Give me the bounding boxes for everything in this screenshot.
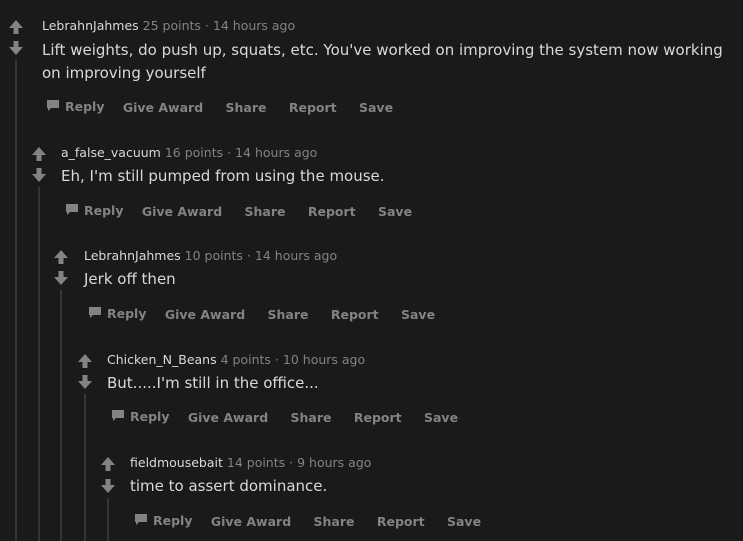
reply-button[interactable]: Reply [134, 511, 192, 530]
save-button[interactable]: Save [359, 100, 393, 116]
comment-meta: Chicken_N_Beans 4 points · 10 hours ago [107, 352, 365, 368]
comment-body: time to assert dominance. [130, 477, 328, 495]
give-award-button[interactable]: Give Award [211, 514, 291, 530]
thread-line[interactable] [84, 394, 86, 541]
comment-actions: Reply Give Award Share Report Save [65, 201, 412, 220]
meta-separator: · [274, 352, 279, 367]
thread-line[interactable] [60, 290, 62, 541]
comment-body: Eh, I'm still pumped from using the mous… [61, 167, 385, 185]
author-link[interactable]: fieldmousebait [130, 455, 223, 470]
upvote-arrow-icon[interactable] [51, 247, 71, 267]
reply-label: Reply [130, 408, 170, 424]
timestamp[interactable]: 14 hours ago [255, 248, 337, 263]
points-count: 14 points [226, 455, 286, 470]
author-link[interactable]: LebrahnJahmes [42, 18, 139, 33]
timestamp[interactable]: 10 hours ago [283, 352, 365, 367]
save-button[interactable]: Save [378, 204, 412, 220]
timestamp[interactable]: 9 hours ago [297, 455, 371, 470]
comment-meta: LebrahnJahmes 25 points · 14 hours ago [42, 18, 295, 34]
comment-bubble-icon [111, 409, 125, 426]
share-button[interactable]: Share [268, 307, 309, 323]
upvote-arrow-icon[interactable] [6, 17, 26, 37]
comment-actions: Reply Give Award Share Report Save [88, 304, 435, 323]
upvote-arrow-icon[interactable] [75, 351, 95, 371]
save-button[interactable]: Save [401, 307, 435, 323]
save-button[interactable]: Save [447, 514, 481, 530]
comment-body: Jerk off then [84, 270, 176, 288]
comment-bubble-icon [65, 203, 79, 220]
comment-body: But.....I'm still in the office... [107, 374, 319, 392]
reply-button[interactable]: Reply [88, 304, 146, 323]
save-button[interactable]: Save [424, 410, 458, 426]
thread-line[interactable] [38, 187, 40, 541]
comment-body: Lift weights, do push up, squats, etc. Y… [42, 41, 723, 82]
comment-actions: Reply Give Award Share Report Save [111, 407, 458, 426]
comment-meta: fieldmousebait 14 points · 9 hours ago [130, 455, 371, 471]
meta-separator: · [227, 145, 232, 160]
report-button[interactable]: Report [308, 204, 356, 220]
reply-button[interactable]: Reply [46, 97, 104, 116]
give-award-button[interactable]: Give Award [142, 204, 222, 220]
share-button[interactable]: Share [245, 204, 286, 220]
author-link[interactable]: Chicken_N_Beans [107, 352, 217, 367]
comment-meta: LebrahnJahmes 10 points · 14 hours ago [84, 248, 337, 264]
reply-label: Reply [84, 202, 124, 218]
downvote-arrow-icon[interactable] [98, 476, 118, 496]
thread-line[interactable] [107, 498, 109, 541]
timestamp[interactable]: 14 hours ago [235, 145, 317, 160]
reply-label: Reply [153, 512, 193, 528]
give-award-button[interactable]: Give Award [165, 307, 245, 323]
report-button[interactable]: Report [377, 514, 425, 530]
downvote-arrow-icon[interactable] [51, 268, 71, 288]
give-award-button[interactable]: Give Award [188, 410, 268, 426]
report-button[interactable]: Report [354, 410, 402, 426]
reply-button[interactable]: Reply [111, 407, 169, 426]
reply-label: Reply [107, 305, 147, 321]
give-award-button[interactable]: Give Award [123, 100, 203, 116]
meta-separator: · [204, 18, 209, 33]
meta-separator: · [289, 455, 294, 470]
timestamp[interactable]: 14 hours ago [213, 18, 295, 33]
comment-bubble-icon [134, 513, 148, 530]
thread-line[interactable] [15, 60, 17, 541]
share-button[interactable]: Share [226, 100, 267, 116]
report-button[interactable]: Report [289, 100, 337, 116]
comment-actions: Reply Give Award Share Report Save [134, 511, 481, 530]
upvote-arrow-icon[interactable] [98, 454, 118, 474]
points-count: 16 points [164, 145, 224, 160]
author-link[interactable]: LebrahnJahmes [84, 248, 181, 263]
author-link[interactable]: a_false_vacuum [61, 145, 161, 160]
downvote-arrow-icon[interactable] [6, 38, 26, 58]
comment-bubble-icon [88, 306, 102, 323]
reply-label: Reply [65, 98, 105, 114]
comment-actions: Reply Give Award Share Report Save [46, 97, 393, 116]
downvote-arrow-icon[interactable] [75, 372, 95, 392]
downvote-arrow-icon[interactable] [29, 165, 49, 185]
reply-button[interactable]: Reply [65, 201, 123, 220]
points-count: 4 points [220, 352, 271, 367]
report-button[interactable]: Report [331, 307, 379, 323]
share-button[interactable]: Share [314, 514, 355, 530]
comment-meta: a_false_vacuum 16 points · 14 hours ago [61, 145, 317, 161]
points-count: 10 points [184, 248, 243, 263]
share-button[interactable]: Share [291, 410, 332, 426]
meta-separator: · [246, 248, 251, 263]
points-count: 25 points [142, 18, 201, 33]
upvote-arrow-icon[interactable] [29, 144, 49, 164]
comment-bubble-icon [46, 99, 60, 116]
